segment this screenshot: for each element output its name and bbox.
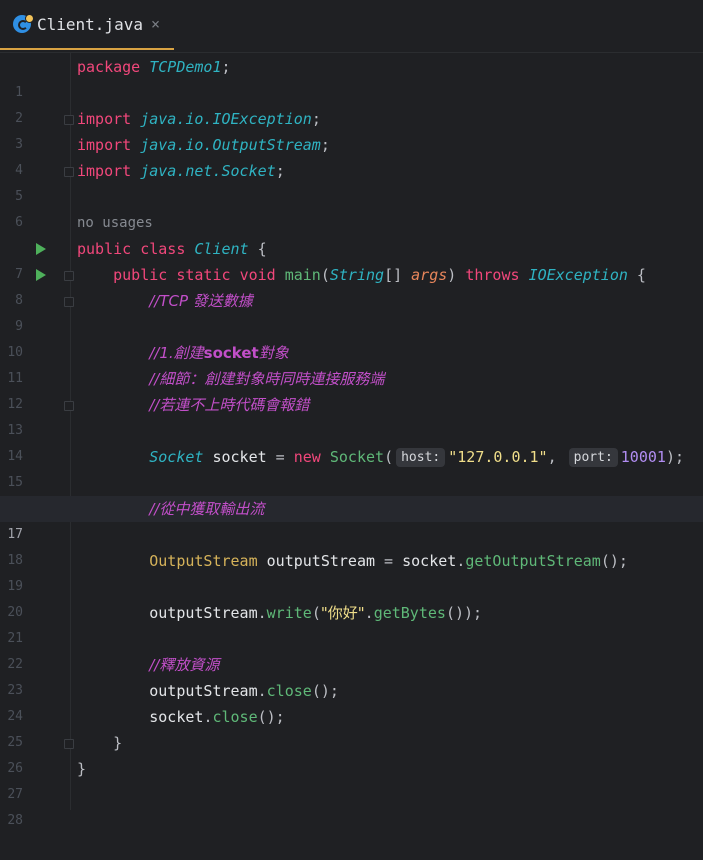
port-param-hint: port: [568, 448, 618, 467]
code-line: 15 Socket socket = new Socket(host: "127.… [0, 444, 703, 490]
comment: //釋放資源 [149, 656, 220, 674]
method-call: getBytes [373, 604, 446, 622]
code-line: 1 package TCPDemo1; [0, 54, 703, 100]
code-line: 11 //1.創建socket對象 [0, 340, 703, 386]
code-line: 9 //TCP 發送數據 [0, 288, 703, 334]
code-line: 7 public class Client { [0, 236, 703, 282]
tab-client-java[interactable]: Client.java × [0, 0, 174, 50]
package-name: TCPDemo1 [149, 58, 222, 76]
no-usages-hint[interactable]: no usages [77, 210, 153, 236]
number-literal: 10001 [620, 448, 666, 466]
comment: //細節：創建對象時同時連接服務端 [149, 370, 385, 388]
code-line: 4 import java.io.OutputStream; [0, 132, 703, 178]
code-line: 5 import java.net.Socket; [0, 158, 703, 204]
close-icon[interactable]: × [151, 15, 160, 33]
code-line: 3 import java.io.IOException; [0, 106, 703, 152]
fold-icon[interactable] [64, 297, 74, 307]
code-line: 24 outputStream.close(); [0, 678, 703, 724]
keyword: import [77, 110, 132, 128]
class-name: Client [194, 240, 249, 258]
variable-name: outputStream [266, 552, 376, 570]
code-line: 23 //釋放資源 [0, 652, 703, 698]
code-line: 19 OutputStream outputStream = socket.ge… [0, 548, 703, 594]
variable-name: socket [212, 448, 267, 466]
code-line: 20 [0, 574, 703, 620]
java-class-icon [13, 14, 34, 33]
code-line: 21 outputStream.write("你好".getBytes()); [0, 600, 703, 646]
keyword: package [77, 58, 141, 76]
comment: //若連不上時代碼會報錯 [149, 396, 310, 414]
current-code-line: 17 //從中獲取輸出流 [0, 496, 703, 542]
fold-icon[interactable] [64, 739, 74, 749]
keyword: static [176, 266, 231, 284]
fold-icon[interactable] [64, 167, 74, 177]
code-line: 16 [0, 470, 703, 516]
tab-label: Client.java [37, 14, 143, 34]
comment: 對象 [258, 344, 289, 362]
variable-name: socket [402, 552, 457, 570]
keyword: throws [465, 266, 520, 284]
comment: //從中獲取輸出流 [149, 500, 265, 518]
code-line: 22 [0, 626, 703, 672]
method-call: close [266, 682, 312, 700]
keyword: void [239, 266, 276, 284]
code-line: 8 public static void main(String[] args)… [0, 262, 703, 308]
code-line: 13 //若連不上時代碼會報錯 [0, 392, 703, 438]
comment-bold: socket [203, 344, 259, 362]
method-call: getOutputStream [465, 552, 601, 570]
variable-name: outputStream [149, 604, 258, 622]
type-name: Socket [149, 448, 204, 466]
run-main-icon[interactable] [36, 269, 46, 281]
import-path: java.io.IOException [140, 110, 312, 128]
code-line: 12 //細節：創建對象時同時連接服務端 [0, 366, 703, 412]
code-line: 27 } [0, 756, 703, 802]
import-path: java.io.OutputStream [140, 136, 321, 154]
constructor-name: Socket [329, 448, 385, 466]
keyword: class [140, 240, 186, 258]
string-literal: "你好" [320, 604, 365, 622]
method-call: close [212, 708, 258, 726]
keyword: import [77, 136, 132, 154]
code-line: 28 [0, 782, 703, 828]
run-class-icon[interactable] [36, 243, 46, 255]
code-line: 6 [0, 184, 703, 230]
fold-icon[interactable] [64, 401, 74, 411]
keyword: import [77, 162, 132, 180]
type-name: IOException [528, 266, 628, 284]
host-param-hint: host: [396, 448, 446, 467]
comment: //1.創建 [149, 344, 204, 362]
keyword: public [113, 266, 168, 284]
editor-tab-bar: Client.java × [0, 0, 703, 53]
parameter-name: args [411, 266, 448, 284]
code-line: 14 [0, 418, 703, 464]
code-line: 18 [0, 522, 703, 568]
fold-icon[interactable] [64, 271, 74, 281]
string-literal: "127.0.0.1" [448, 448, 548, 466]
inlay-hint-line: no usages [0, 210, 703, 236]
code-line: 25 socket.close(); [0, 704, 703, 750]
fold-icon[interactable] [64, 115, 74, 125]
code-editor[interactable]: 1 package TCPDemo1; 2 3 import java.io.I… [0, 53, 703, 828]
method-call: write [266, 604, 312, 622]
type-name: String [329, 266, 385, 284]
keyword: new [293, 448, 321, 466]
variable-name: socket [149, 708, 204, 726]
comment: //TCP 發送數據 [149, 292, 253, 310]
import-path: java.net.Socket [140, 162, 276, 180]
code-line: 2 [0, 80, 703, 126]
type-name: OutputStream [149, 552, 258, 570]
method-name: main [284, 266, 321, 284]
variable-name: outputStream [149, 682, 258, 700]
keyword: public [77, 240, 132, 258]
line-number: 28 [7, 813, 23, 828]
code-line: 26 } [0, 730, 703, 776]
code-line: 10 [0, 314, 703, 360]
